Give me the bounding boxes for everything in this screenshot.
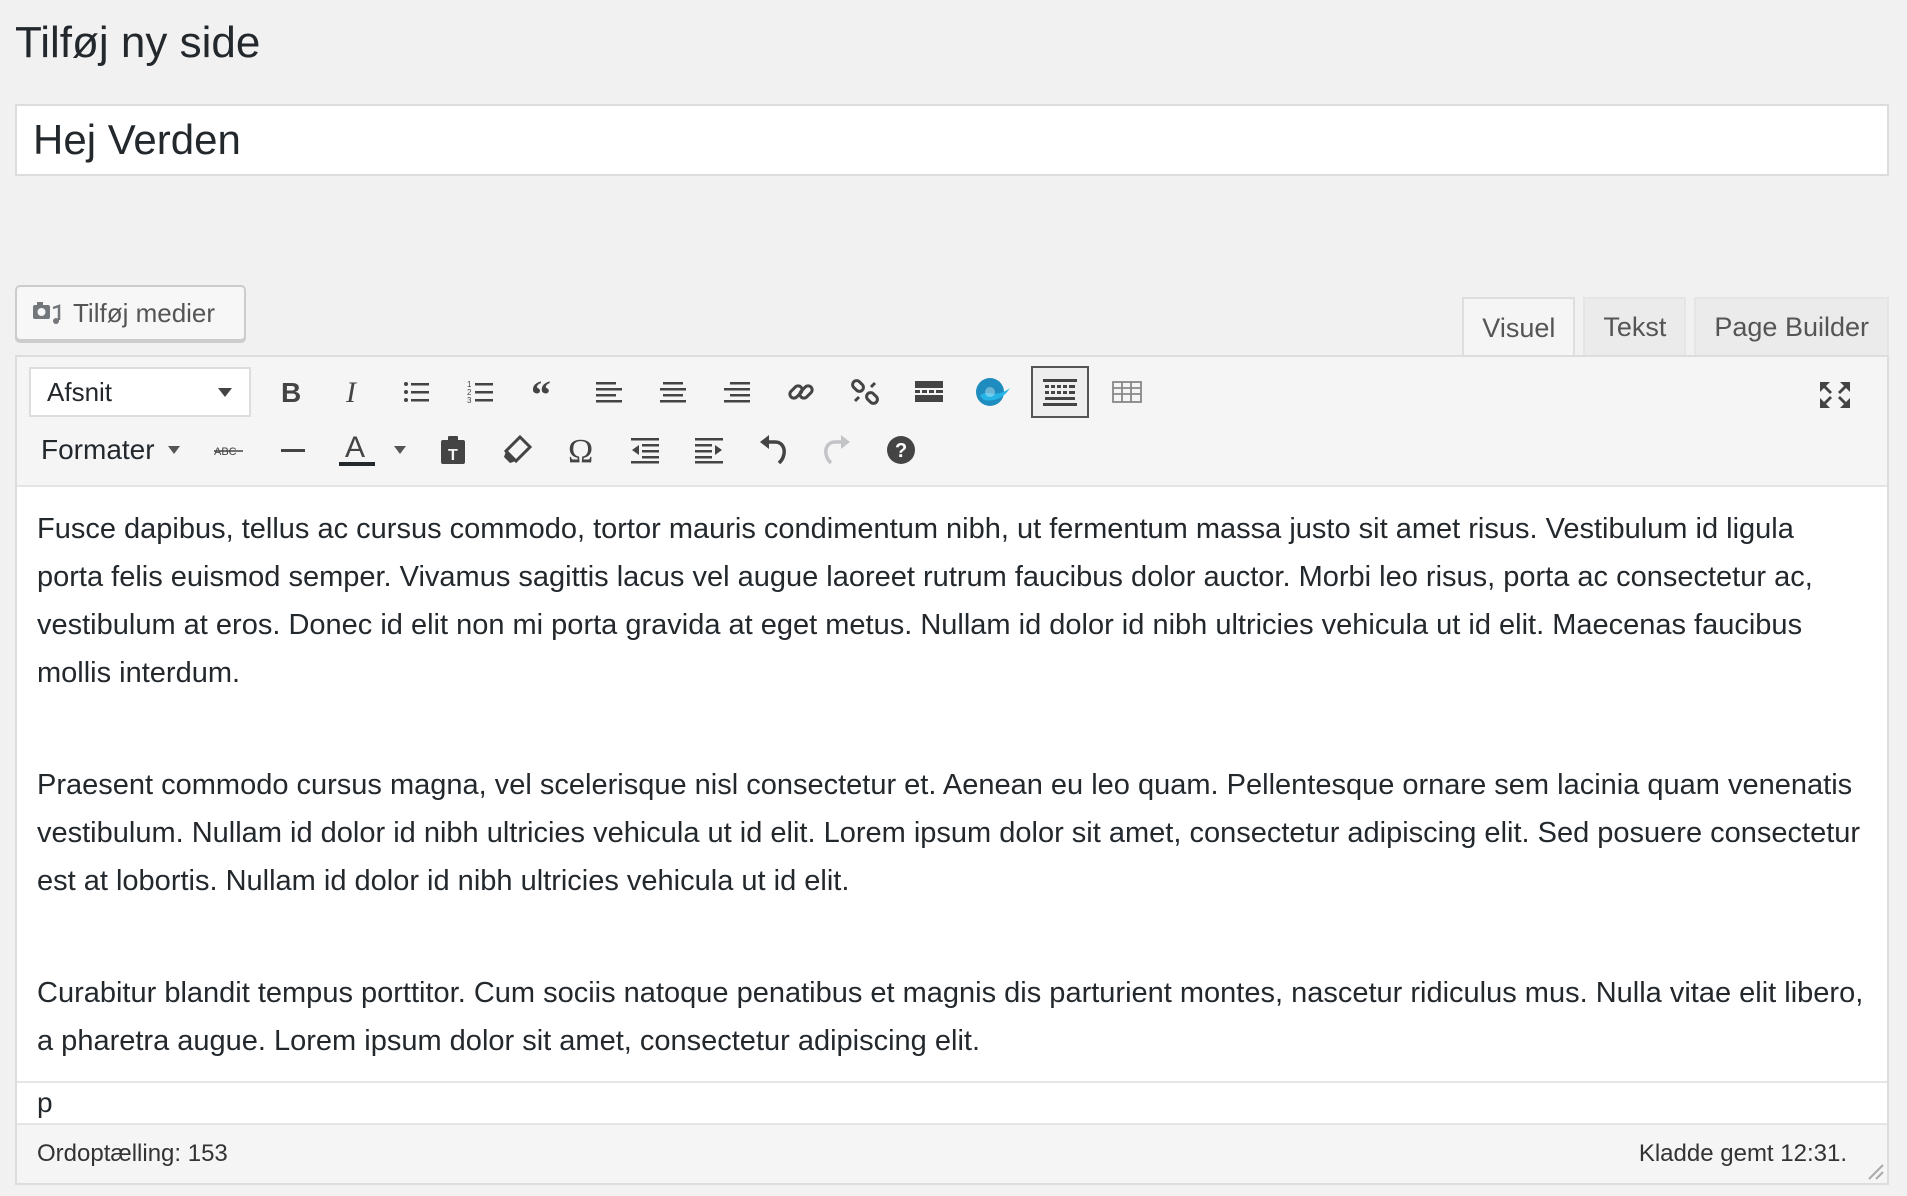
table-icon [1112,381,1142,403]
status-bar: Ordoptælling: 153 Kladde gemt 12:31. [17,1123,1887,1183]
fullscreen-button[interactable] [1809,369,1861,421]
blockquote-icon: “ [531,378,551,406]
clear-formatting-icon [503,435,532,464]
help-icon: ? [886,436,915,464]
align-center-button[interactable] [647,366,699,418]
plugin-wave-button[interactable] [967,366,1019,418]
text-color-icon: A [338,431,375,466]
align-left-icon [596,382,622,403]
chevron-down-icon [167,446,180,454]
clear-formatting-button[interactable] [491,424,543,476]
paste-as-text-icon: T [440,436,465,464]
tab-visuel[interactable]: Visuel [1462,297,1576,357]
plugin-wave-icon [976,378,1010,406]
block-format-value: Afsnit [47,376,113,407]
svg-text:Ω: Ω [568,435,593,465]
editor-toolbar: Afsnit B I 1 2 3 “ Formater ABC A T Ω ? [17,357,1887,487]
chevron-down-icon [393,446,406,454]
read-more-icon [915,381,943,402]
redo-button[interactable] [811,424,863,476]
add-media-label: Tilføj medier [73,297,216,328]
svg-text:?: ? [895,440,907,462]
link-button[interactable] [775,366,827,418]
editor-content[interactable]: Fusce dapibus, tellus ac cursus commodo,… [37,505,1867,1129]
indent-button[interactable] [683,424,735,476]
svg-text:I: I [345,378,358,406]
outdent-icon [630,438,659,464]
text-color-dropdown[interactable] [385,424,415,476]
tab-page-builder[interactable]: Page Builder [1694,297,1889,355]
unlink-icon [851,379,879,405]
draft-saved-status: Kladde gemt 12:31. [1638,1140,1847,1167]
blockquote-button[interactable]: “ [519,366,571,418]
post-title-input[interactable] [15,104,1889,176]
special-character-icon: Ω [568,435,593,465]
horizontal-line-icon [280,449,305,452]
bold-icon: B [281,378,301,406]
svg-text:3: 3 [467,396,472,405]
read-more-button[interactable] [903,366,955,418]
align-right-icon [724,382,750,403]
unlink-button[interactable] [839,366,891,418]
undo-icon [759,435,786,465]
content-paragraph[interactable]: Fusce dapibus, tellus ac cursus commodo,… [37,505,1867,697]
svg-text:A: A [345,431,365,464]
indent-icon [694,438,723,464]
add-media-button[interactable]: Tilføj medier [15,285,246,341]
camera-music-icon [33,302,61,324]
format-menu-button[interactable]: Formater [29,434,193,466]
svg-text:ABC: ABC [214,446,237,458]
text-color-button[interactable]: A [331,424,383,476]
toolbar-toggle-icon [1043,379,1077,406]
content-paragraph[interactable]: Praesent commodo cursus magna, vel scele… [37,761,1867,905]
element-path[interactable]: p [17,1081,1887,1123]
block-format-select[interactable]: Afsnit [29,367,251,417]
table-button[interactable] [1101,366,1153,418]
strikethrough-icon: ABC [213,446,243,458]
svg-text:B: B [281,378,301,406]
editor: Afsnit B I 1 2 3 “ Formater ABC A T Ω ? … [15,355,1889,1185]
bullet-list-button[interactable] [391,366,443,418]
outdent-button[interactable] [619,424,671,476]
horizontal-line-button[interactable] [267,424,319,476]
italic-button[interactable]: I [327,366,379,418]
word-count: Ordoptælling: 153 [37,1140,228,1167]
page-title: Tilføj ny side [15,18,261,67]
chevron-down-icon [218,388,232,397]
bold-button[interactable]: B [263,366,315,418]
align-left-button[interactable] [583,366,635,418]
tab-tekst[interactable]: Tekst [1583,297,1687,355]
format-menu-label: Formater [41,434,155,465]
numbered-list-icon: 1 2 3 [467,380,493,405]
fullscreen-icon [1820,382,1850,408]
align-right-button[interactable] [711,366,763,418]
align-center-icon [660,382,686,403]
special-character-button[interactable]: Ω [555,424,607,476]
paste-as-text-button[interactable]: T [427,424,479,476]
strikethrough-button[interactable]: ABC [203,424,255,476]
undo-button[interactable] [747,424,799,476]
numbered-list-button[interactable]: 1 2 3 [455,366,507,418]
svg-text:T: T [448,447,458,464]
help-button[interactable]: ? [875,424,927,476]
bullet-list-icon [404,382,429,402]
toolbar-toggle-button[interactable] [1031,366,1089,418]
italic-icon: I [345,378,358,406]
redo-icon [823,435,850,465]
link-icon [788,384,814,400]
svg-text:“: “ [531,378,551,406]
editor-tabs: Visuel Tekst Page Builder [1462,297,1889,357]
content-paragraph[interactable]: Curabitur blandit tempus porttitor. Cum … [37,969,1867,1065]
resize-handle-icon[interactable] [1863,1159,1885,1181]
